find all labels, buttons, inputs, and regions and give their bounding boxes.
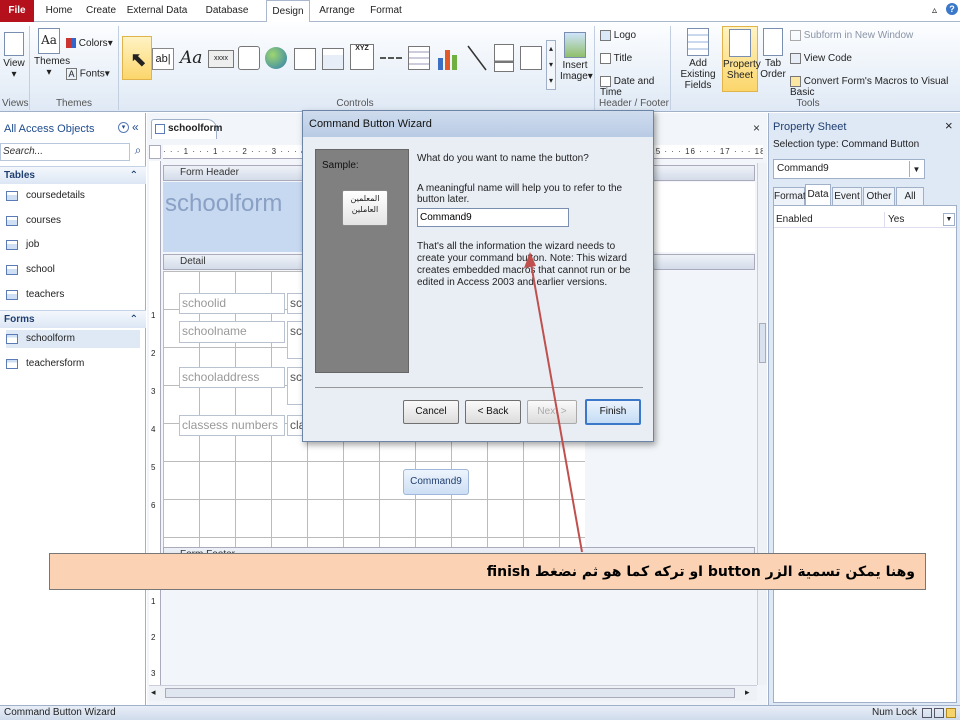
layout-view-icon[interactable]	[934, 708, 944, 718]
arrow-head	[524, 252, 536, 268]
design-view-icon[interactable]	[946, 708, 956, 718]
num-lock-indicator: Num Lock	[872, 707, 918, 718]
arrow-line	[529, 257, 583, 553]
status-bar: Command Button Wizard Num Lock	[0, 705, 960, 720]
form-view-icon[interactable]	[922, 708, 932, 718]
annotation-arrow	[524, 252, 583, 553]
status-text: Command Button Wizard	[4, 707, 116, 718]
instruction-caption: وهنا يمكن تسمية الزر button او تركه كما …	[49, 553, 926, 590]
